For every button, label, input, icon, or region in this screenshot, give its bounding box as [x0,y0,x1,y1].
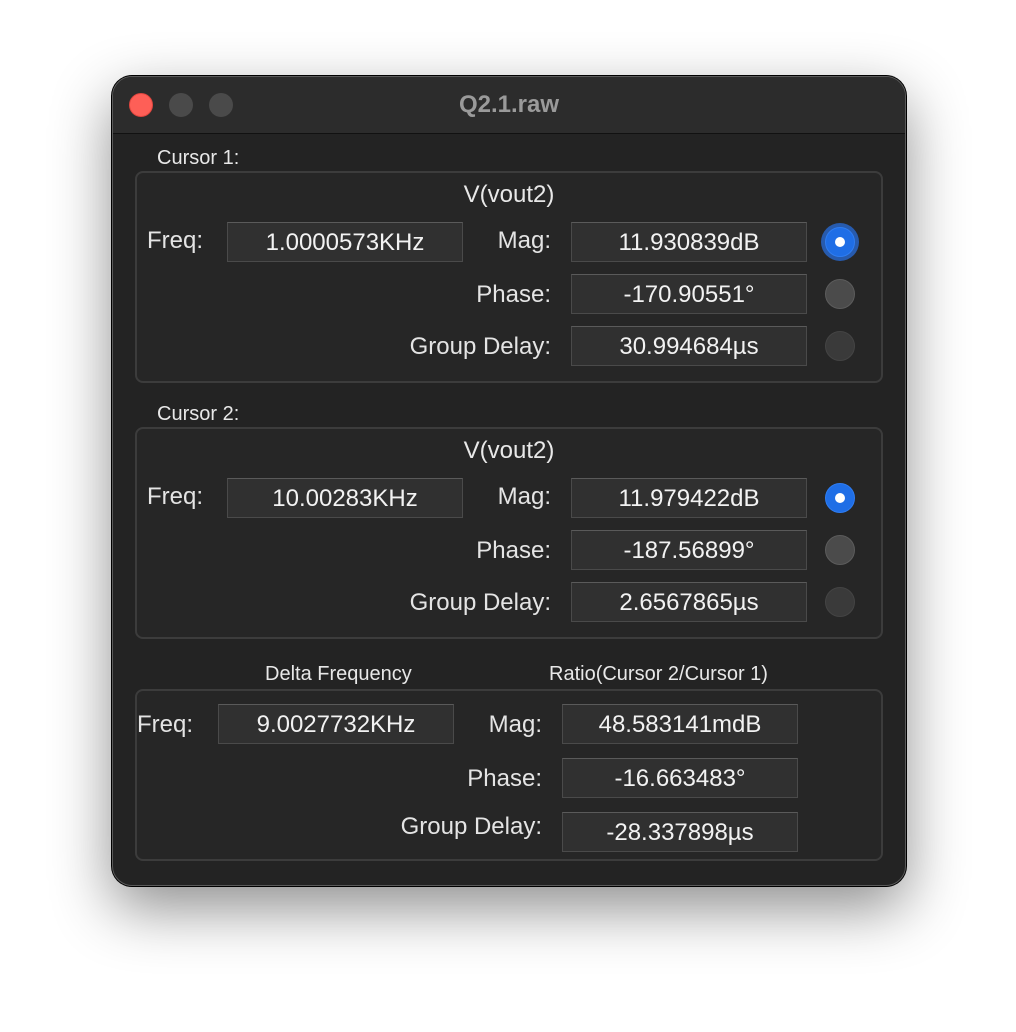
ratio-phase-label: Phase: [467,765,542,792]
cursor2-group-delay-radio[interactable] [825,587,855,617]
cursor2-phase-field[interactable]: -187.56899° [571,530,807,570]
cursor2-trace-name: V(vout2) [463,437,555,464]
cursor2-phase-radio[interactable] [825,535,855,565]
cursor2-freq-field[interactable]: 10.00283KHz [227,478,463,518]
cursor1-phase-field[interactable]: -170.90551° [571,274,807,314]
delta-group: Freq: 9.0027732KHz Mag: 48.583141mdB Pha… [135,689,883,861]
cursor1-phase-label: Phase: [476,281,551,308]
title-bar[interactable]: Q2.1.raw [113,77,905,134]
cursor2-mag-label: Mag: [497,483,551,510]
cursor1-group-delay-label: Group Delay: [409,333,551,360]
cursor1-trace-name: V(vout2) [463,181,555,208]
cursor2-caption: Cursor 2: [157,403,240,425]
cursor1-group-delay-field[interactable]: 30.994684µs [571,326,807,366]
cursor2-phase-label: Phase: [476,537,551,564]
ratio-group-delay-label: Group Delay: [400,813,542,840]
cursor-readout-window: Q2.1.raw Cursor 1: V(vout2) Freq: 1.0000… [112,76,906,886]
ratio-phase-field[interactable]: -16.663483° [562,758,798,798]
cursor1-group: V(vout2) Freq: 1.0000573KHz Mag: 11.9308… [135,171,883,383]
cursor1-phase-radio[interactable] [825,279,855,309]
cursor1-freq-field[interactable]: 1.0000573KHz [227,222,463,262]
cursor1-mag-radio[interactable] [825,227,855,257]
cursor1-mag-label: Mag: [497,227,551,254]
cursor1-freq-label: Freq: [147,227,204,254]
cursor1-group-delay-radio[interactable] [825,331,855,361]
cursor2-freq-label: Freq: [147,483,204,510]
cursor2-mag-field[interactable]: 11.979422dB [571,478,807,518]
ratio-caption: Ratio(Cursor 2/Cursor 1) [549,663,768,685]
ratio-mag-label: Mag: [488,711,542,738]
window-title: Q2.1.raw [458,91,560,118]
delta-freq-field[interactable]: 9.0027732KHz [218,704,454,744]
ratio-group-delay-field[interactable]: -28.337898µs [562,812,798,852]
ratio-mag-field[interactable]: 48.583141mdB [562,704,798,744]
cursor2-group: V(vout2) Freq: 10.00283KHz Mag: 11.97942… [135,427,883,639]
cursor2-group-delay-field[interactable]: 2.6567865µs [571,582,807,622]
delta-frequency-caption: Delta Frequency [265,663,412,685]
cursor2-group-delay-label: Group Delay: [409,589,551,616]
cursor2-mag-radio[interactable] [825,483,855,513]
delta-freq-label: Freq: [137,711,194,738]
cursor1-mag-field[interactable]: 11.930839dB [571,222,807,262]
cursor1-caption: Cursor 1: [157,147,240,169]
